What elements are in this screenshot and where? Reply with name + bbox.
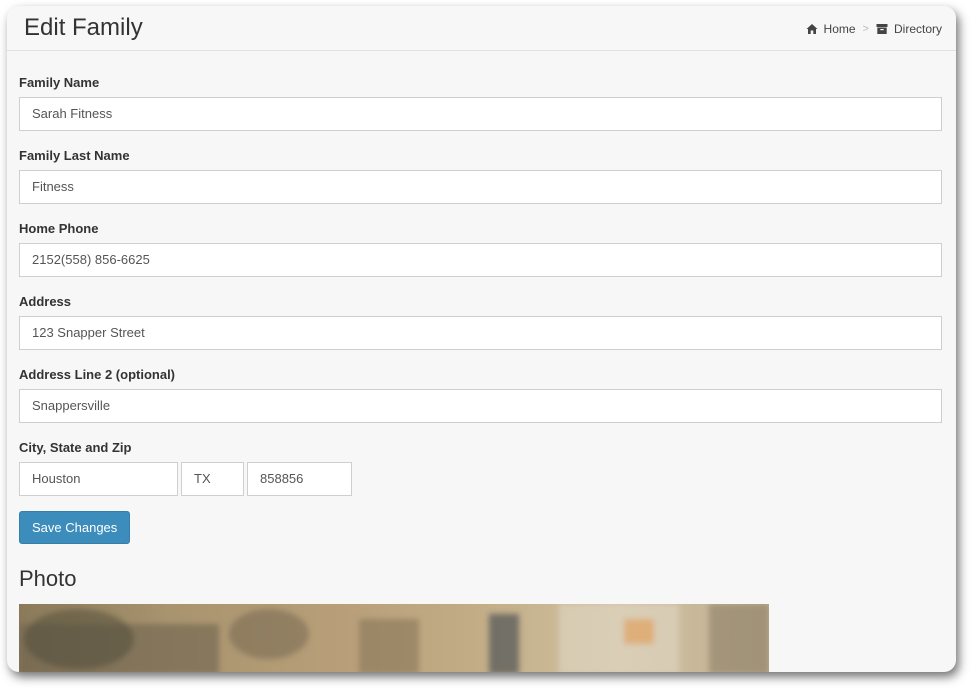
page-header: Edit Family Home > Directory: [7, 6, 956, 51]
address-line2-label: Address Line 2 (optional): [19, 367, 176, 382]
edit-family-form: Family Name Sarah Fitness Family Last Na…: [19, 58, 942, 592]
city-state-zip-label: City, State and Zip: [19, 440, 132, 455]
breadcrumb: Home > Directory: [806, 22, 942, 36]
breadcrumb-directory-label: Directory: [893, 22, 942, 36]
save-changes-button[interactable]: Save Changes: [19, 511, 131, 544]
city-state-zip-row: Houston TX 858856: [19, 462, 942, 496]
app-window: Edit Family Home > Directory Family Name…: [7, 6, 956, 672]
family-last-name-label: Family Last Name: [19, 148, 130, 163]
breadcrumb-home-label: Home: [823, 22, 856, 36]
family-photo-image: [19, 604, 769, 672]
breadcrumb-directory[interactable]: Directory: [876, 22, 942, 36]
zip-input[interactable]: 858856: [247, 462, 352, 496]
breadcrumb-separator: >: [862, 23, 869, 35]
family-name-label: Family Name: [19, 75, 100, 90]
address-line2-input[interactable]: Snappersville: [19, 389, 942, 423]
family-name-input[interactable]: Sarah Fitness: [19, 97, 942, 131]
state-input[interactable]: TX: [181, 462, 244, 496]
home-phone-label: Home Phone: [19, 221, 99, 236]
home-phone-input[interactable]: 2152(558) 856-6625: [19, 243, 942, 277]
home-icon: [806, 24, 818, 34]
archive-icon: [876, 24, 888, 34]
city-input[interactable]: Houston: [19, 462, 178, 496]
address-input[interactable]: 123 Snapper Street: [19, 316, 942, 350]
photo-section-title: Photo: [19, 566, 77, 591]
breadcrumb-home[interactable]: Home: [806, 22, 856, 36]
address-label: Address: [19, 294, 72, 309]
family-last-name-input[interactable]: Fitness: [19, 170, 942, 204]
family-photo: [19, 604, 769, 672]
page-title: Edit Family: [24, 14, 143, 41]
